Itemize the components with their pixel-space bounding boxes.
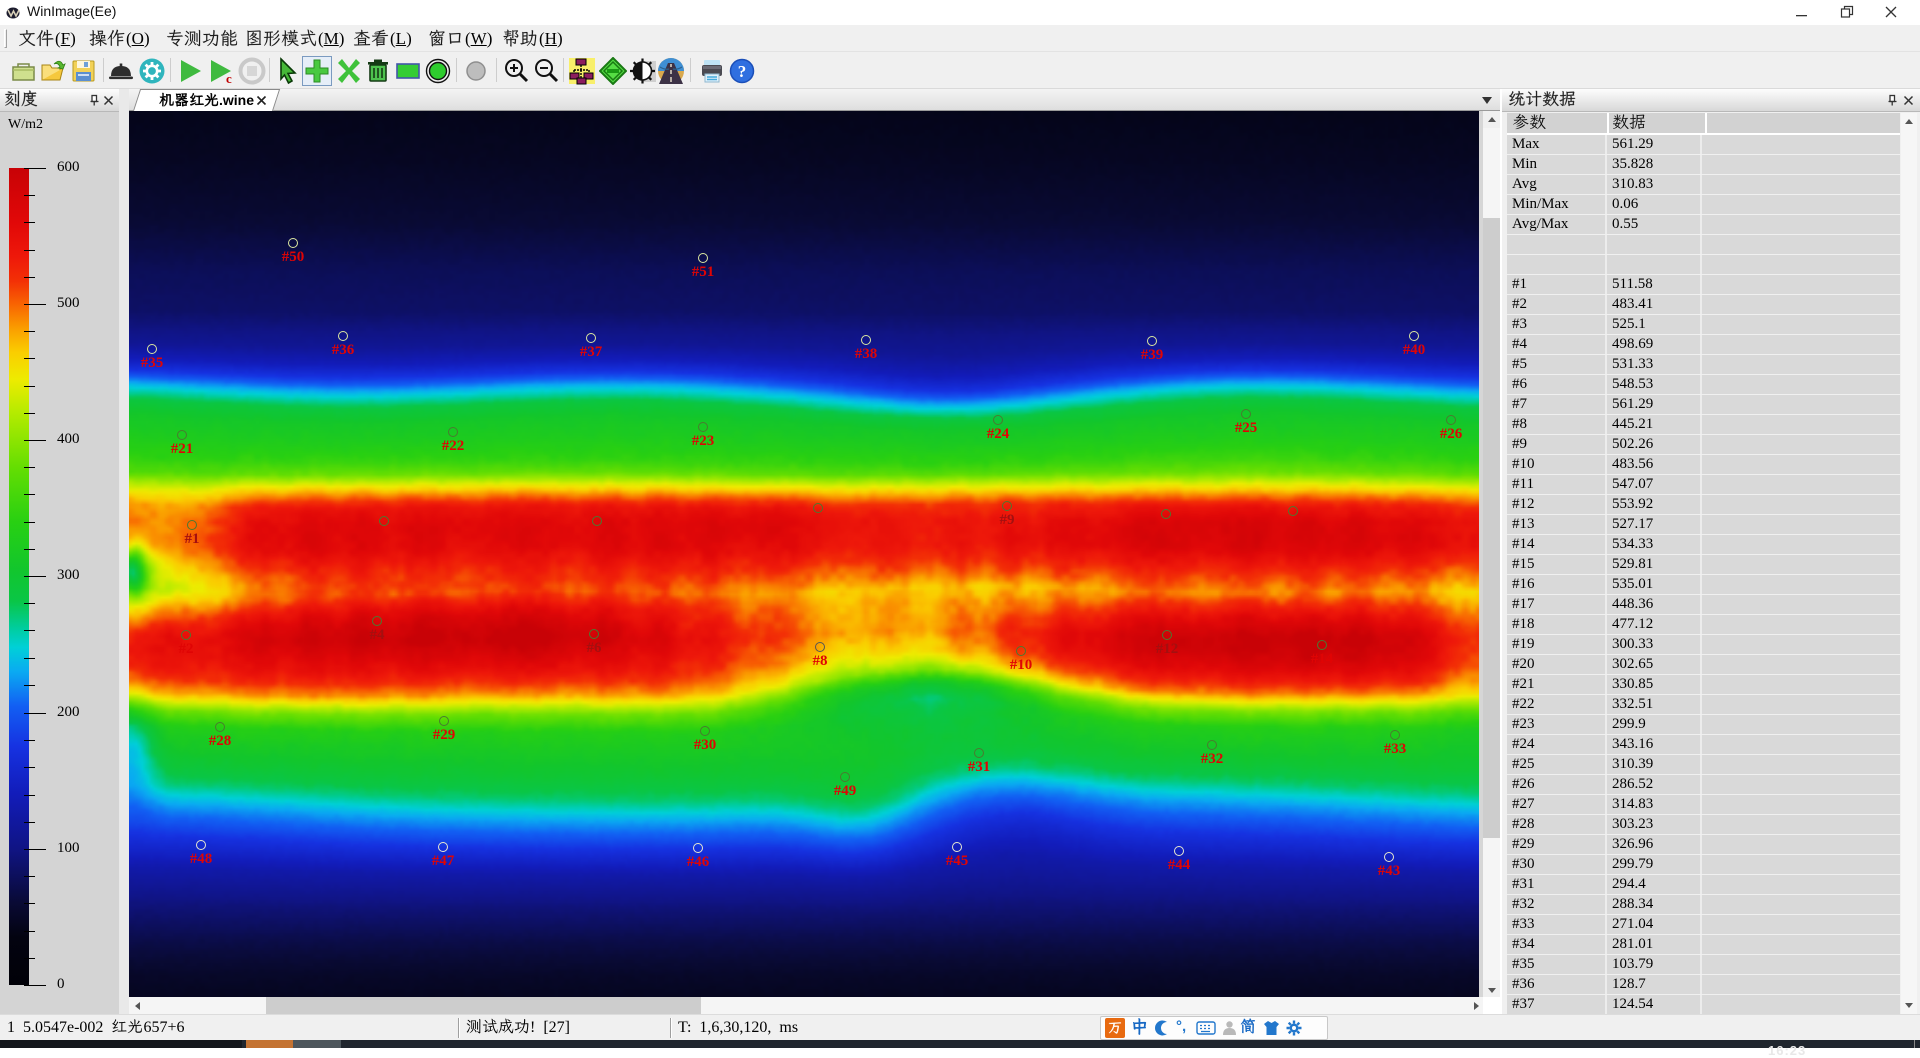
svg-text:?: ? — [738, 62, 747, 81]
svg-text:c: c — [226, 71, 232, 85]
